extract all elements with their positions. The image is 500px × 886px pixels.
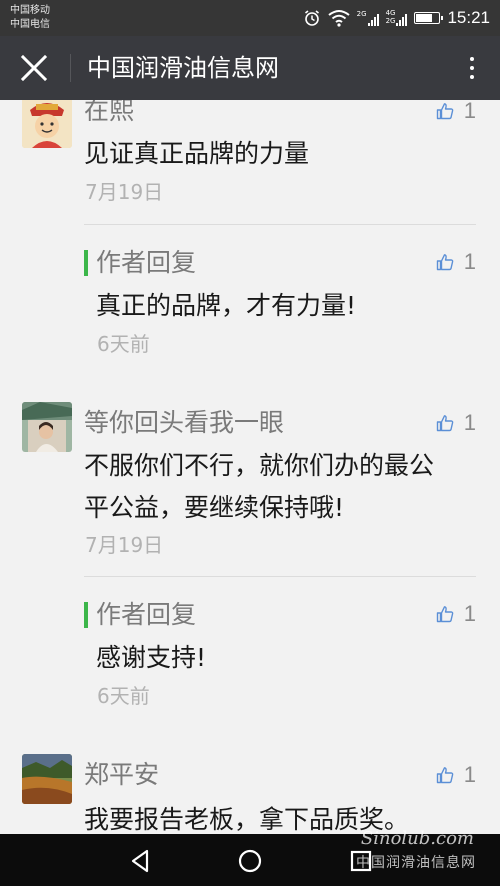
landscape-avatar-icon <box>22 754 72 804</box>
status-bar: 中国移动 中国电信 2G 4G 2G 15:21 <box>0 0 500 36</box>
wifi-icon <box>328 10 350 27</box>
avatar[interactable] <box>22 100 72 148</box>
watermark-logo: Sinolub.com <box>360 828 474 849</box>
like-button[interactable]: 1 <box>436 100 476 124</box>
header-divider <box>70 54 71 82</box>
photo-avatar-icon <box>22 402 72 452</box>
comment-author: 郑平安 <box>84 760 160 789</box>
comment-date: 7月19日 <box>85 180 164 204</box>
net-type-1: 2G <box>356 9 367 18</box>
close-button[interactable] <box>14 50 56 86</box>
watermark-text: 中国润滑油信息网 <box>356 855 476 871</box>
like-count: 1 <box>463 762 476 787</box>
reply-text: 感谢支持! <box>96 643 207 672</box>
battery-fill <box>416 14 433 22</box>
reply-text: 真正的品牌，才有力量! <box>96 291 357 320</box>
like-count: 1 <box>463 100 476 123</box>
home-button[interactable] <box>235 846 265 876</box>
like-button[interactable]: 1 <box>436 249 476 275</box>
author-reply-label: 作者回复 <box>84 248 196 278</box>
comment-author: 等你回头看我一眼 <box>84 408 285 437</box>
divider <box>84 576 476 577</box>
reply-date: 6天前 <box>97 684 150 708</box>
comment-date: 7月19日 <box>85 533 164 557</box>
signal-1: 2G <box>356 9 379 26</box>
signal-bars-icon <box>396 14 408 26</box>
reply-date: 6天前 <box>97 332 150 356</box>
signal-2: 4G 2G <box>386 10 408 26</box>
page-title: 中国润滑油信息网 <box>87 54 279 82</box>
net-type-2a: 4G <box>385 9 396 17</box>
comment-list[interactable]: 在熙 1 见证真正品牌的力量 7月19日 作者回复 1 真正的品牌，才有力量! … <box>0 100 500 834</box>
cartoon-avatar-icon <box>22 100 72 148</box>
thumbs-up-icon <box>436 606 454 623</box>
like-count: 1 <box>463 410 476 435</box>
app-header: 中国润滑油信息网 <box>0 36 500 100</box>
thumbs-up-icon <box>436 103 454 120</box>
comment-text-line-2: 平公益，要继续保持哦! <box>84 493 345 522</box>
reply-accent-bar <box>84 602 88 628</box>
comment-text: 见证真正品牌的力量 <box>84 139 310 168</box>
close-icon <box>20 54 48 82</box>
like-count: 1 <box>463 601 476 626</box>
clock: 15:21 <box>447 8 490 27</box>
like-button[interactable]: 1 <box>436 410 476 436</box>
comment-text-line-1: 不服你们不行，就你们办的最公 <box>84 451 435 480</box>
reply-label: 作者回复 <box>96 600 197 629</box>
author-reply-label: 作者回复 <box>84 600 196 630</box>
thumbs-up-icon <box>436 767 454 784</box>
reply-accent-bar <box>84 250 88 276</box>
battery-icon <box>414 12 444 24</box>
like-button[interactable]: 1 <box>436 601 476 627</box>
thumbs-up-icon <box>436 254 454 271</box>
avatar[interactable] <box>22 402 72 452</box>
more-vertical-icon <box>470 57 474 61</box>
carrier-2: 中国电信 <box>10 19 50 30</box>
like-count: 1 <box>463 249 476 274</box>
avatar[interactable] <box>22 754 72 804</box>
status-icons: 2G 4G 2G 15:21 <box>303 6 490 30</box>
back-triangle-icon <box>131 849 149 873</box>
back-button[interactable] <box>126 846 156 876</box>
net-type-2b: 2G <box>385 17 396 25</box>
more-button[interactable] <box>464 50 480 86</box>
reply-label: 作者回复 <box>96 248 197 277</box>
signal-bars-icon <box>367 13 379 26</box>
carrier-1: 中国移动 <box>10 5 50 16</box>
alarm-icon <box>304 10 319 26</box>
system-nav-bar: Sinolub.com 中国润滑油信息网 <box>0 828 500 886</box>
home-circle-icon <box>238 849 262 873</box>
like-button[interactable]: 1 <box>436 762 476 788</box>
thumbs-up-icon <box>436 415 454 432</box>
comment-author: 在熙 <box>84 100 135 125</box>
divider <box>84 224 476 225</box>
